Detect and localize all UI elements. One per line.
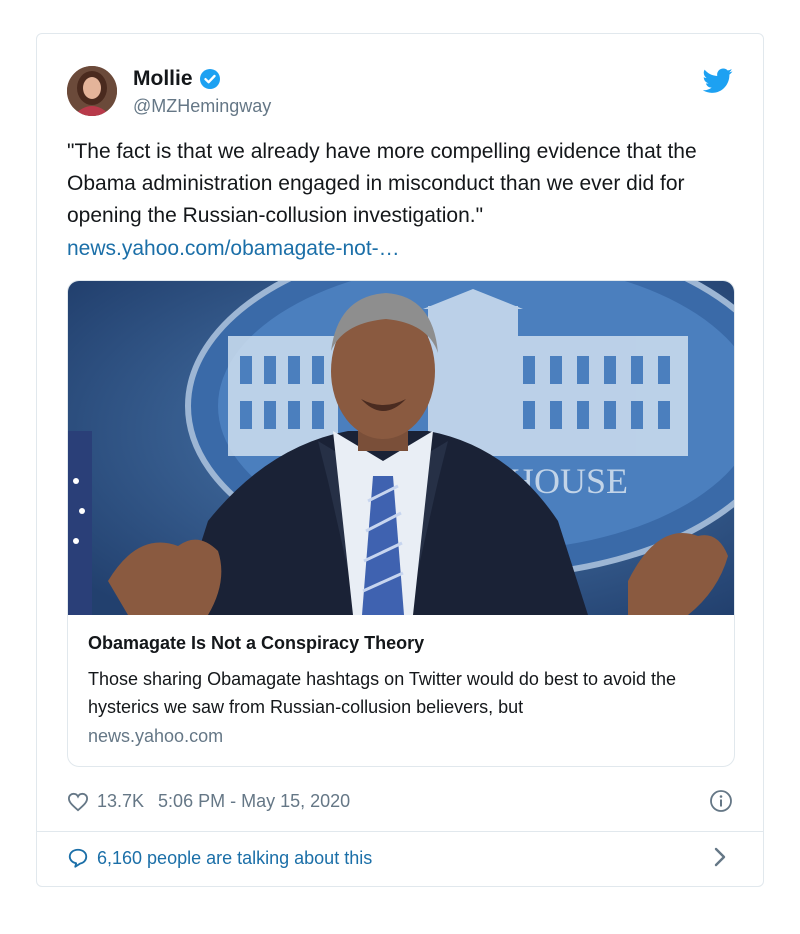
conversation-row[interactable]: 6,160 people are talking about this: [67, 847, 372, 869]
tweet-text: "The fact is that we already have more c…: [67, 140, 697, 227]
avatar[interactable]: [67, 66, 117, 116]
tweet-meta: 13.7K 5:06 PM - May 15, 2020: [67, 791, 350, 812]
link-preview-title[interactable]: Obamagate Is Not a Conspiracy Theory: [88, 633, 424, 654]
author-name-row[interactable]: Mollie: [133, 67, 221, 91]
link-preview-domain: news.yahoo.com: [88, 726, 224, 746]
link-preview-card[interactable]: HOUSE Obamagate Is Not a Conspiracy Theo…: [67, 280, 735, 767]
conversation-text[interactable]: 6,160 people are talking about this: [97, 848, 372, 869]
twitter-bird-icon[interactable]: [703, 68, 733, 94]
heart-icon[interactable]: [67, 792, 89, 812]
link-preview-description: Those sharing Obamagate hashtags on Twit…: [88, 669, 677, 717]
timestamp[interactable]: 5:06 PM - May 15, 2020: [158, 791, 350, 812]
chevron-right-icon[interactable]: [713, 846, 727, 868]
divider: [37, 831, 763, 832]
verified-badge-icon: [199, 69, 220, 89]
info-icon[interactable]: [709, 789, 733, 813]
tweet-link[interactable]: news.yahoo.com/obamagate-not-…: [67, 233, 400, 265]
tweet-card[interactable]: Mollie @MZHemingway "The fact is that we…: [36, 33, 764, 887]
author-name[interactable]: Mollie: [133, 67, 193, 91]
author-handle[interactable]: @MZHemingway: [133, 96, 271, 117]
speech-bubble-icon: [68, 848, 88, 868]
like-count[interactable]: 13.7K: [97, 791, 144, 812]
link-preview-image[interactable]: HOUSE: [68, 281, 735, 615]
